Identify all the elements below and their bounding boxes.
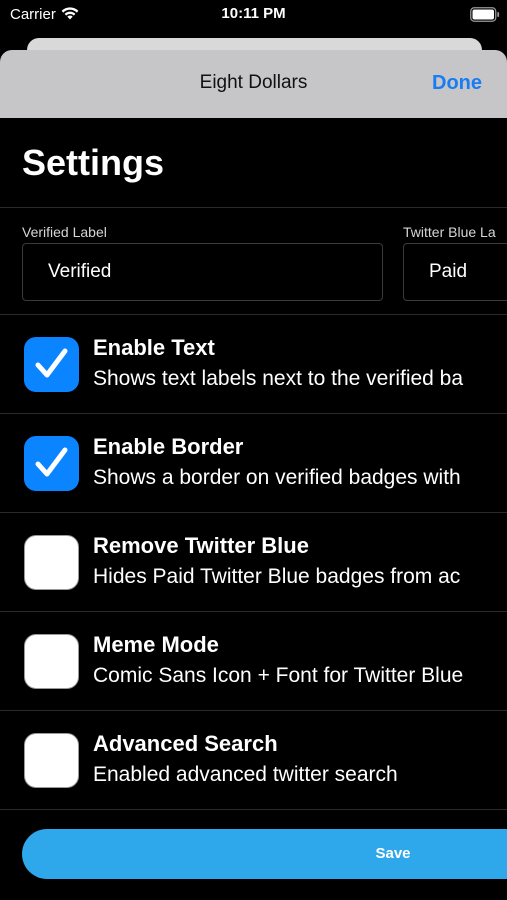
verified-label-caption: Verified Label <box>22 224 107 240</box>
option-title: Advanced Search <box>93 731 278 756</box>
option-title: Enable Border <box>93 434 244 459</box>
verified-label-field[interactable] <box>22 243 383 301</box>
checkmark-icon <box>35 447 68 477</box>
screen: Carrier 10:11 PM Eight Dollars Done Sett… <box>0 0 507 900</box>
option-row-remove-twitter-blue[interactable]: Remove Twitter Blue Hides Paid Twitter B… <box>0 513 507 611</box>
battery-icon <box>470 7 500 22</box>
twitter-blue-label-caption: Twitter Blue La <box>403 224 496 240</box>
option-subtitle: Shows a border on verified badges with <box>93 466 461 489</box>
twitter-blue-label-field[interactable] <box>403 243 507 301</box>
option-title: Enable Text <box>93 335 215 360</box>
remove-twitter-blue-checkbox[interactable] <box>24 535 79 590</box>
enable-border-checkbox[interactable] <box>24 436 79 491</box>
option-row-enable-border[interactable]: Enable Border Shows a border on verified… <box>0 414 507 512</box>
checkmark-icon <box>35 348 68 378</box>
nav-title: Eight Dollars <box>199 72 308 93</box>
save-button-label: Save <box>375 845 411 862</box>
option-subtitle: Enabled advanced twitter search <box>93 763 398 786</box>
meme-mode-checkbox[interactable] <box>24 634 79 689</box>
option-row-advanced-search[interactable]: Advanced Search Enabled advanced twitter… <box>0 711 507 809</box>
divider <box>0 207 507 208</box>
enable-text-checkbox[interactable] <box>24 337 79 392</box>
status-time: 10:11 PM <box>221 5 286 22</box>
divider <box>0 809 507 810</box>
save-button[interactable]: Save <box>22 829 507 879</box>
page-title: Settings <box>22 142 165 183</box>
navigation-bar: Eight Dollars Done <box>0 50 507 118</box>
done-button[interactable]: Done <box>432 72 482 95</box>
status-bar: Carrier 10:11 PM <box>0 0 507 30</box>
option-row-enable-text[interactable]: Enable Text Shows text labels next to th… <box>0 315 507 413</box>
advanced-search-checkbox[interactable] <box>24 733 79 788</box>
settings-sheet: Eight Dollars Done Settings Verified Lab… <box>0 50 507 900</box>
option-subtitle: Comic Sans Icon + Font for Twitter Blue <box>93 664 464 687</box>
option-title: Meme Mode <box>93 632 219 657</box>
option-subtitle: Shows text labels next to the verified b… <box>93 367 464 390</box>
option-title: Remove Twitter Blue <box>93 533 309 558</box>
option-subtitle: Hides Paid Twitter Blue badges from ac <box>93 565 461 588</box>
option-row-meme-mode[interactable]: Meme Mode Comic Sans Icon + Font for Twi… <box>0 612 507 710</box>
